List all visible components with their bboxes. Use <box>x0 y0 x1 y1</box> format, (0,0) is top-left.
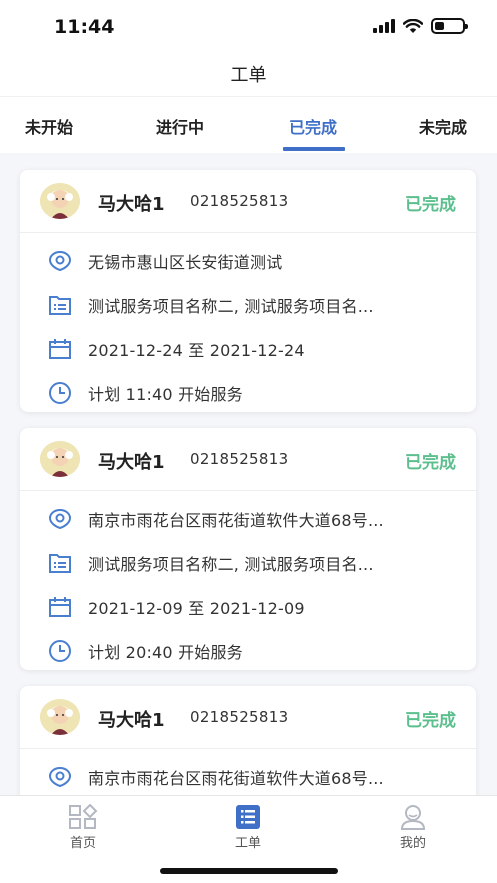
plan-text: 计划 11:40 开始服务 <box>88 385 243 404</box>
status-badge: 已完成 <box>405 195 456 215</box>
status-badge: 已完成 <box>405 711 456 731</box>
folder-list-icon <box>47 292 73 318</box>
address-row: 南京市雨花台区雨花街道软件大道68号... <box>20 755 476 795</box>
order-card-header: 马大哈1 0218525813 已完成 <box>20 428 476 491</box>
tabbar-label: 工单 <box>234 836 261 851</box>
order-list[interactable]: 马大哈1 0218525813 已完成 无锡市惠山区长安街道测试 测试服务项目名… <box>0 153 497 795</box>
active-tab-indicator <box>283 147 345 151</box>
calendar-icon <box>47 594 73 620</box>
tab-unfinished[interactable]: 未完成 <box>394 97 492 154</box>
battery-icon <box>431 18 468 34</box>
address-text: 南京市雨花台区雨花街道软件大道68号... <box>88 511 384 530</box>
customer-phone: 0218525813 <box>190 708 289 726</box>
services-row: 测试服务项目名称二, 测试服务项目名... <box>20 541 476 585</box>
status-time: 11:44 <box>54 16 115 38</box>
plan-row: 计划 20:40 开始服务 <box>20 629 476 673</box>
order-card-header: 马大哈1 0218525813 已完成 <box>20 170 476 233</box>
plan-row: 计划 11:40 开始服务 <box>20 371 476 415</box>
date-range-text: 2021-12-24 至 2021-12-24 <box>88 341 305 360</box>
customer-phone: 0218525813 <box>190 450 289 468</box>
location-pin-icon <box>47 248 73 274</box>
status-tabs: 未开始 进行中 已完成 未完成 <box>0 96 497 153</box>
date-row: 2021-12-24 至 2021-12-24 <box>20 327 476 371</box>
location-pin-icon <box>47 764 73 790</box>
avatar <box>40 183 80 219</box>
page-title: 工单 <box>230 65 267 86</box>
navigation-bar: 工单 <box>0 52 497 96</box>
address-text: 南京市雨花台区雨花街道软件大道68号... <box>88 769 384 788</box>
services-text: 测试服务项目名称二, 测试服务项目名... <box>88 555 374 574</box>
customer-name: 马大哈1 <box>98 710 165 731</box>
date-row: 2021-12-09 至 2021-12-09 <box>20 585 476 629</box>
order-card-header: 马大哈1 0218525813 已完成 <box>20 686 476 749</box>
tabbar-label: 首页 <box>69 836 96 851</box>
address-text: 无锡市惠山区长安街道测试 <box>88 253 283 272</box>
plan-text: 计划 20:40 开始服务 <box>88 643 243 662</box>
folder-list-icon <box>47 550 73 576</box>
order-card[interactable]: 马大哈1 0218525813 已完成 南京市雨花台区雨花街道软件大道68号..… <box>20 428 476 670</box>
customer-name: 马大哈1 <box>98 452 165 473</box>
avatar <box>40 441 80 477</box>
services-text: 测试服务项目名称二, 测试服务项目名... <box>88 297 374 316</box>
avatar <box>40 699 80 735</box>
wifi-icon <box>403 18 423 33</box>
tabbar-item-mine[interactable]: 我的 <box>353 796 473 856</box>
status-bar: 11:44 <box>0 0 497 52</box>
services-row: 测试服务项目名称二, 测试服务项目名... <box>20 283 476 327</box>
tab-completed[interactable]: 已完成 <box>263 97 363 154</box>
address-row: 南京市雨花台区雨花街道软件大道68号... <box>20 497 476 541</box>
date-range-text: 2021-12-09 至 2021-12-09 <box>88 599 305 618</box>
tabbar-item-orders[interactable]: 工单 <box>188 796 308 856</box>
address-row: 无锡市惠山区长安街道测试 <box>20 239 476 283</box>
home-indicator[interactable] <box>160 868 338 874</box>
tabbar-item-home[interactable]: 首页 <box>23 796 143 856</box>
tabbar-label: 我的 <box>399 836 426 851</box>
calendar-icon <box>47 336 73 362</box>
order-card[interactable]: 马大哈1 0218525813 已完成 南京市雨花台区雨花街道软件大道68号..… <box>20 686 476 795</box>
list-icon <box>233 802 263 832</box>
location-pin-icon <box>47 506 73 532</box>
customer-phone: 0218525813 <box>190 192 289 210</box>
clock-icon <box>47 638 73 664</box>
cellular-signal-icon <box>373 19 395 33</box>
status-icons <box>373 18 468 34</box>
status-badge: 已完成 <box>405 453 456 473</box>
clock-icon <box>47 380 73 406</box>
user-icon <box>398 802 428 832</box>
customer-name: 马大哈1 <box>98 194 165 215</box>
tab-in-progress[interactable]: 进行中 <box>131 97 229 154</box>
order-card[interactable]: 马大哈1 0218525813 已完成 无锡市惠山区长安街道测试 测试服务项目名… <box>20 170 476 412</box>
tab-not-started[interactable]: 未开始 <box>0 97 98 154</box>
grid-icon <box>68 802 98 832</box>
